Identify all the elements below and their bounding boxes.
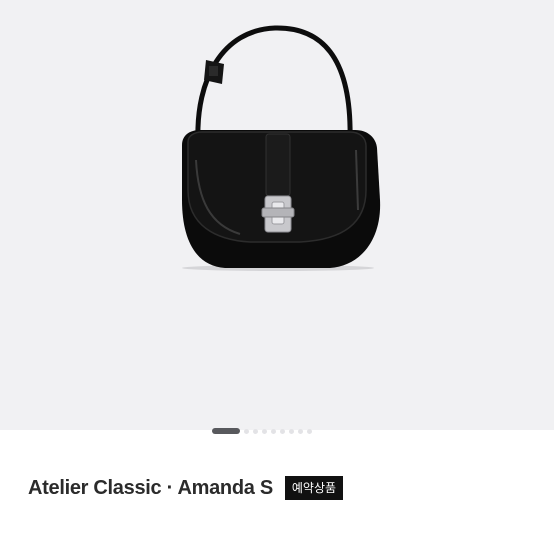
carousel-dot[interactable] — [289, 428, 294, 434]
preorder-badge: 예약상품 — [284, 476, 344, 500]
carousel-dot[interactable] — [307, 428, 312, 434]
handbag-image — [182, 25, 381, 271]
product-title-row: Atelier Classic · Amanda S 예약상품 — [28, 476, 344, 500]
carousel-dot[interactable] — [298, 428, 303, 434]
carousel-dot[interactable] — [262, 428, 267, 434]
product-title: Atelier Classic · Amanda S — [28, 476, 273, 499]
carousel-dot-active[interactable] — [212, 428, 240, 434]
carousel-dot[interactable] — [244, 428, 249, 434]
carousel-indicator[interactable] — [212, 428, 312, 434]
carousel-dot[interactable] — [280, 428, 285, 434]
carousel-dot[interactable] — [271, 428, 276, 434]
carousel-dot[interactable] — [253, 428, 258, 434]
product-image[interactable] — [0, 0, 554, 430]
